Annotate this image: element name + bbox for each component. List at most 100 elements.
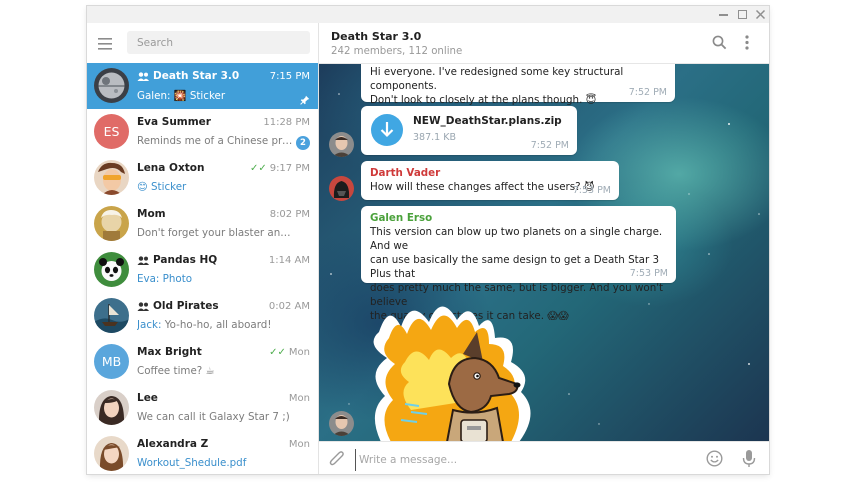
message-input[interactable] [355,449,701,471]
sidebar-header [87,23,318,63]
read-check-icon: ✓✓ [250,163,267,174]
chat-name: Eva Summer [137,116,211,128]
chat-header: Death Star 3.0 242 members, 112 online [319,23,769,64]
avatar [94,298,129,333]
chat-time: 7:15 PM [270,71,310,82]
group-icon [137,256,149,265]
message-time: 7:53 PM [630,268,668,279]
title-bar [87,6,769,23]
sender-avatar[interactable] [329,176,354,201]
message-time: 7:52 PM [629,87,667,98]
chat-preview: Reminds me of a Chinese prove... [137,135,296,147]
more-vertical-icon [744,35,750,50]
chat-item-lee[interactable]: Lee Mon We can call it Galaxy Star 7 ;) [87,385,318,431]
search-input[interactable] [127,31,310,54]
attach-button[interactable] [329,450,345,472]
microphone-icon [742,449,756,468]
chat-time: Mon [289,439,310,450]
file-size: 387.1 KB [413,132,456,143]
chat-name: Death Star 3.0 [137,70,239,82]
smiley-icon [706,450,723,467]
chat-preview: We can call it Galaxy Star 7 ;) [137,411,296,423]
chat-member-count: 242 members, 112 online [331,46,462,57]
chat-item-pandas-hq[interactable]: Pandas HQ 1:14 AM Eva: Photo [87,247,318,293]
group-icon [137,72,149,81]
chat-preview: Workout_Shedule.pdf [137,457,296,469]
pin-icon [300,90,310,109]
chat-name: Mom [137,208,166,220]
chat-name: Old Pirates [137,300,219,312]
chat-title[interactable]: Death Star 3.0 [331,30,421,43]
read-check-icon: ✓✓ [269,347,286,358]
chat-list: Death Star 3.0 7:15 PM Galen: 🎇 Sticker … [87,63,318,474]
search-button[interactable] [712,35,727,54]
chat-preview: Galen: 🎇 Sticker [137,89,296,102]
chat-item-death-star[interactable]: Death Star 3.0 7:15 PM Galen: 🎇 Sticker [87,63,318,109]
minimize-button[interactable] [718,9,729,20]
message-bubble[interactable]: Darth Vader How will these changes affec… [361,161,619,200]
chat-time: 8:02 PM [270,209,310,220]
file-name[interactable]: NEW_DeathStar.plans.zip [413,115,562,127]
chat-time: 11:28 PM [263,117,310,128]
sidebar: Death Star 3.0 7:15 PM Galen: 🎇 Sticker … [87,23,319,474]
avatar: MB [94,344,129,379]
chat-time: 0:02 AM [269,301,310,312]
maximize-button[interactable] [737,9,748,20]
message-time: 7:53 PM [573,185,611,196]
chat-preview: Don't forget your blaster and helmet [137,227,296,239]
sender-name[interactable]: Galen Erso [370,211,432,225]
chat-item-old-pirates[interactable]: Old Pirates 0:02 AM Jack: Yo-ho-ho, all … [87,293,318,339]
download-button[interactable] [371,114,403,146]
avatar [94,390,129,425]
chat-name: Max Bright [137,346,202,358]
sender-avatar[interactable] [329,132,354,157]
message-text: How will these changes affect the users?… [370,180,595,194]
avatar [94,68,129,103]
message-bubble[interactable]: Hi everyone. I've redesigned some key st… [361,64,675,102]
chat-item-eva-summer[interactable]: ES Eva Summer 11:28 PM Reminds me of a C… [87,109,318,155]
message-time: 7:52 PM [531,140,569,151]
voice-record-button[interactable] [742,449,756,472]
avatar [94,436,129,471]
sender-avatar[interactable] [329,411,354,436]
chat-preview: 😊 Sticker [137,181,296,193]
emoji-button[interactable] [706,450,723,471]
dog-sticker[interactable] [371,292,551,441]
chat-preview: Jack: Yo-ho-ho, all aboard! [137,319,296,331]
download-icon [371,114,403,146]
message-composer [319,441,769,474]
avatar [94,252,129,287]
hamburger-icon [97,36,117,52]
chat-name: Pandas HQ [137,254,217,266]
menu-button[interactable] [97,36,117,52]
avatar [94,160,129,195]
chat-time: ✓✓Mon [269,347,310,358]
chat-preview: Coffee time? ☕ [137,365,296,377]
group-icon [137,302,149,311]
chat-time: ✓✓9:17 PM [250,163,310,174]
telegram-window: Death Star 3.0 7:15 PM Galen: 🎇 Sticker … [87,6,769,474]
chat-item-max-bright[interactable]: MB Max Bright ✓✓Mon Coffee time? ☕ [87,339,318,385]
close-icon [755,9,766,20]
file-message-bubble[interactable]: NEW_DeathStar.plans.zip 387.1 KB 7:52 PM [361,106,577,155]
chat-item-alexandra-z[interactable]: Alexandra Z Mon Workout_Shedule.pdf [87,431,318,474]
search-icon [712,35,727,50]
chat-name: Lena Oxton [137,162,204,174]
avatar: ES [94,114,129,149]
sender-name[interactable]: Darth Vader [370,166,440,180]
chat-preview: Eva: Photo [137,273,296,285]
chat-item-lena-oxton[interactable]: Lena Oxton ✓✓9:17 PM 😊 Sticker [87,155,318,201]
close-button[interactable] [755,9,766,20]
message-text: Hi everyone. I've redesigned some key st… [370,65,675,107]
chat-item-mom[interactable]: Mom 8:02 PM Don't forget your blaster an… [87,201,318,247]
more-button[interactable] [744,35,750,54]
chat-panel: Death Star 3.0 242 members, 112 online [319,23,769,474]
message-history[interactable]: Hi everyone. I've redesigned some key st… [319,64,769,441]
chat-time: 1:14 AM [269,255,310,266]
paperclip-icon [329,450,345,468]
chat-time: Mon [289,393,310,404]
chat-name: Lee [137,392,158,404]
message-bubble[interactable]: Galen Erso This version can blow up two … [361,206,676,283]
unread-badge: 2 [296,136,310,150]
avatar [94,206,129,241]
